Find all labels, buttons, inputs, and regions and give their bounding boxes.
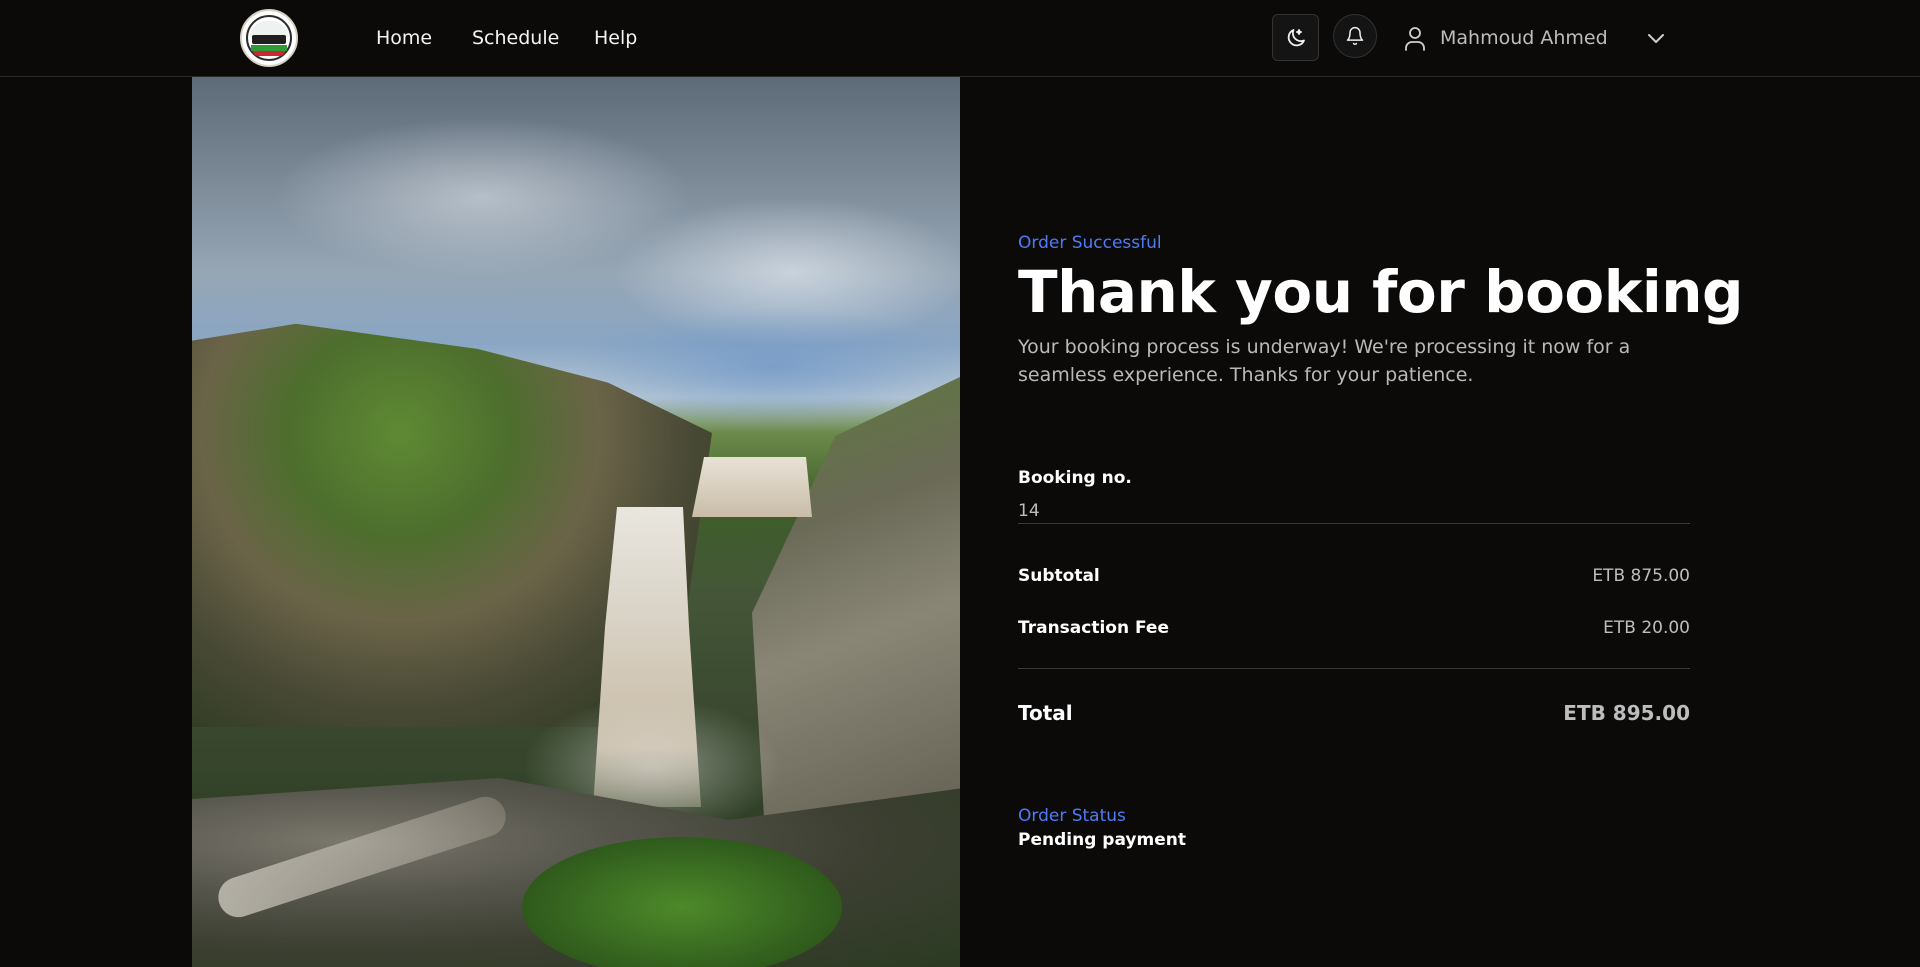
total-value: ETB 895.00 — [1563, 701, 1690, 725]
chevron-down-icon[interactable] — [1645, 29, 1667, 47]
logo-stripe-red — [253, 51, 285, 56]
booking-number-value: 14 — [1018, 501, 1040, 521]
page-subtitle: Your booking process is underway! We're … — [1018, 336, 1631, 386]
subtotal-label: Subtotal — [1018, 566, 1100, 586]
moon-icon — [1287, 28, 1305, 46]
order-success-label: Order Successful — [1018, 233, 1162, 253]
nav-help[interactable]: Help — [594, 27, 637, 49]
upper-falls — [692, 457, 812, 517]
bus-icon — [252, 35, 286, 44]
order-status-value: Pending payment — [1018, 830, 1186, 850]
logo[interactable] — [240, 9, 298, 67]
theme-toggle-button[interactable] — [1272, 14, 1319, 61]
nav-schedule[interactable]: Schedule — [472, 27, 559, 49]
divider — [1018, 668, 1690, 669]
foliage — [522, 837, 842, 967]
hero-waterfall-image — [192, 77, 960, 967]
transaction-fee-label: Transaction Fee — [1018, 618, 1169, 638]
total-label: Total — [1018, 701, 1073, 725]
booking-number-label: Booking no. — [1018, 468, 1132, 488]
user-name[interactable]: Mahmoud Ahmed — [1440, 27, 1608, 49]
nav-home[interactable]: Home — [376, 27, 432, 49]
top-navbar: Home Schedule Help Mahmoud Ahmed — [0, 0, 1920, 77]
page-title: Thank you for booking — [1018, 258, 1744, 326]
subtotal-value: ETB 875.00 — [1592, 566, 1690, 586]
transaction-fee-value: ETB 20.00 — [1603, 618, 1690, 638]
notifications-button[interactable] — [1333, 14, 1377, 58]
divider — [1018, 523, 1690, 524]
user-icon[interactable] — [1403, 25, 1427, 51]
order-status-label: Order Status — [1018, 806, 1126, 826]
bell-icon — [1346, 26, 1364, 46]
